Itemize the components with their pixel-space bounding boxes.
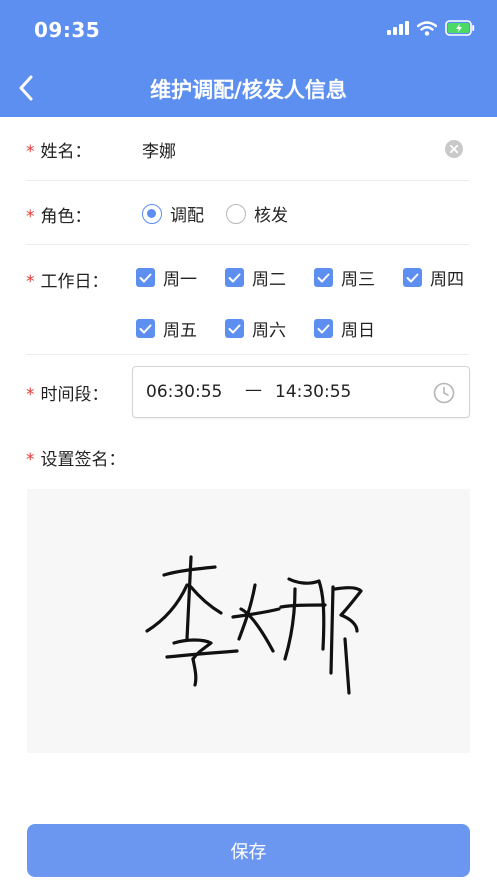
day-checkbox-tue[interactable]: 周二 [225, 265, 314, 290]
status-bar: 09:35 [0, 0, 497, 60]
role-option-issue[interactable]: 核发 [226, 201, 288, 226]
required-mark: * [26, 385, 35, 405]
checkbox-checked-icon [225, 319, 244, 338]
signature-pad[interactable] [27, 489, 470, 753]
radio-unselected-icon [226, 203, 246, 224]
day-checkbox-fri[interactable]: 周五 [136, 316, 225, 341]
role-radio-group: 调配 核发 [142, 201, 288, 226]
workdays-label: * 工作日： [26, 272, 109, 292]
checkbox-checked-icon [225, 268, 244, 287]
status-icons [387, 20, 475, 36]
checkbox-checked-icon [314, 268, 333, 287]
battery-icon [445, 20, 475, 36]
required-mark: * [26, 272, 35, 292]
nav-bar: 维护调配/核发人信息 [0, 60, 497, 117]
name-input[interactable]: 李娜 [142, 137, 176, 162]
checkbox-checked-icon [314, 319, 333, 338]
checkbox-checked-icon [136, 268, 155, 287]
handwritten-signature [145, 555, 363, 695]
time-range-row: * 时间段： 06:30:55 — 14:30:55 [26, 355, 470, 425]
page-title: 维护调配/核发人信息 [150, 78, 347, 102]
role-option-dispatch[interactable]: 调配 [142, 201, 204, 226]
wifi-icon [417, 20, 437, 36]
name-row: * 姓名： 李娜 [26, 117, 469, 181]
signature-label: * 设置签名： [26, 450, 126, 470]
clear-icon[interactable] [445, 140, 463, 158]
day-checkbox-sun[interactable]: 周日 [314, 316, 403, 341]
header: 09:35 维护调配/核发人信息 [0, 0, 497, 117]
checkbox-checked-icon [136, 319, 155, 338]
status-time: 09:35 [34, 18, 101, 42]
signal-icon [387, 21, 409, 35]
time-start-input[interactable]: 06:30:55 [146, 382, 222, 402]
info-form: * 姓名： 李娜 * 角色： 调配 核发 * 工作日： 周一 周二 周三 周四 … [0, 117, 497, 485]
time-range-picker[interactable]: 06:30:55 — 14:30:55 [132, 366, 470, 418]
required-mark: * [26, 450, 35, 470]
signature-row: * 设置签名： [26, 425, 469, 485]
role-row: * 角色： 调配 核发 [26, 181, 469, 245]
required-mark: * [26, 142, 35, 162]
day-checkbox-mon[interactable]: 周一 [136, 265, 225, 290]
radio-selected-icon [142, 203, 162, 224]
workdays-row: * 工作日： 周一 周二 周三 周四 周五 周六 周日 [26, 245, 469, 355]
workday-checkbox-group: 周一 周二 周三 周四 周五 周六 周日 [136, 265, 471, 341]
name-label: * 姓名： [26, 142, 92, 162]
required-mark: * [26, 207, 35, 227]
day-checkbox-thu[interactable]: 周四 [403, 265, 492, 290]
checkbox-checked-icon [403, 268, 422, 287]
day-checkbox-sat[interactable]: 周六 [225, 316, 314, 341]
clock-icon [433, 382, 455, 404]
day-checkbox-wed[interactable]: 周三 [314, 265, 403, 290]
save-button[interactable]: 保存 [27, 824, 470, 877]
time-separator: — [245, 380, 262, 400]
time-range-label: * 时间段： [26, 385, 109, 405]
role-label: * 角色： [26, 207, 92, 227]
time-end-input[interactable]: 14:30:55 [275, 382, 351, 402]
